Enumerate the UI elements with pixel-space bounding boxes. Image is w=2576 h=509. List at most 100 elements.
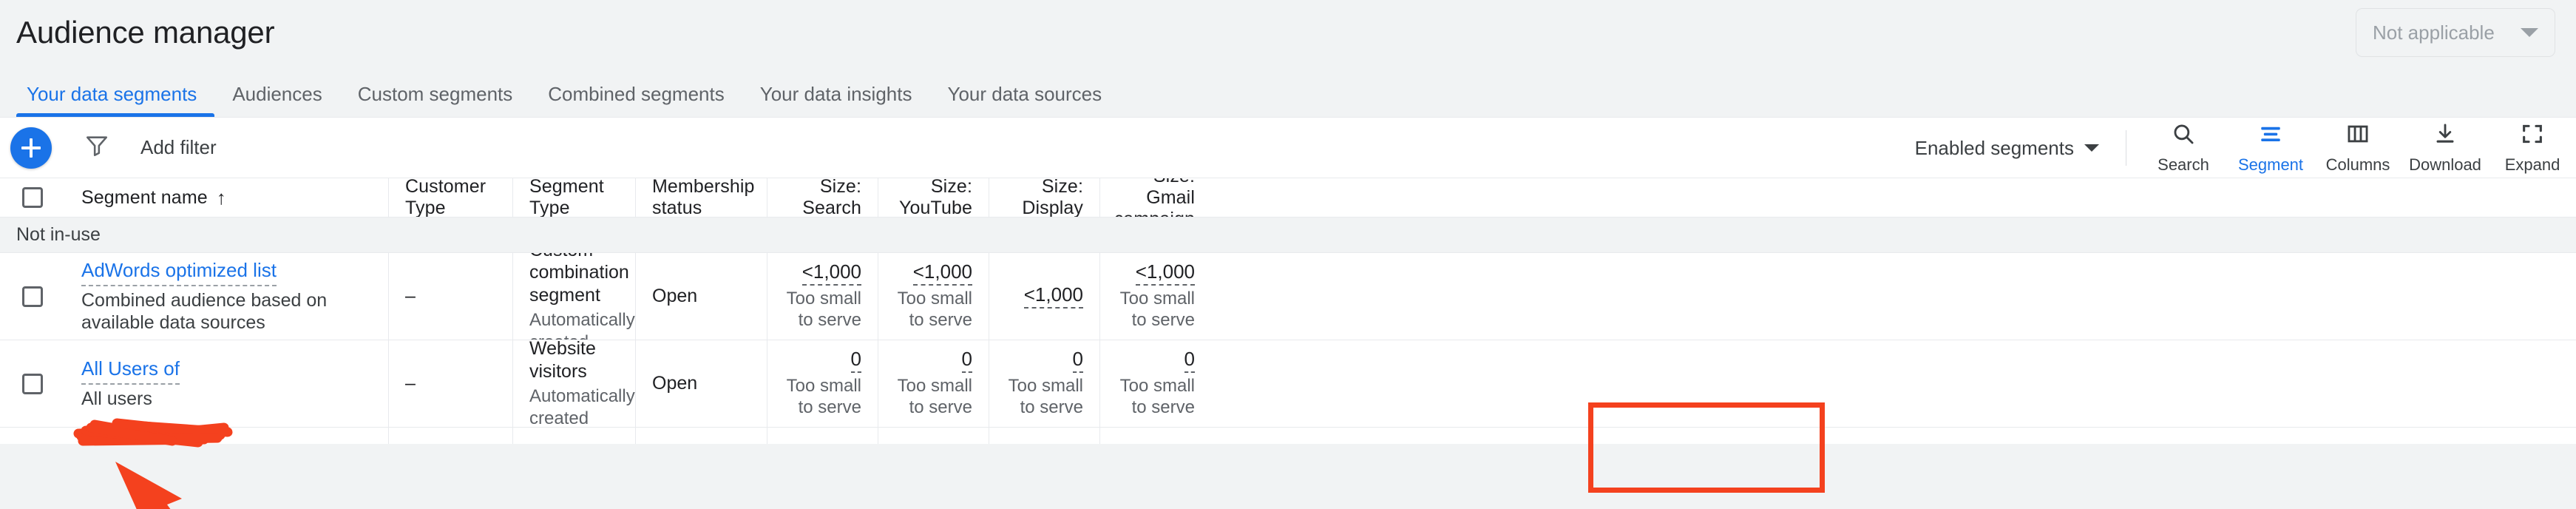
download-button[interactable]: Download	[2402, 121, 2489, 175]
row-checkbox-cell[interactable]	[0, 340, 65, 427]
column-header-size-gmail-campaign[interactable]: Size: Gmail campaign	[1100, 178, 1211, 217]
column-header-segment-type[interactable]: Segment Type	[513, 178, 636, 217]
tab-custom-segments[interactable]: Custom segments	[340, 84, 531, 117]
row-checkbox[interactable]	[22, 286, 43, 307]
column-header-size-youtube[interactable]: Size: YouTube	[878, 178, 989, 217]
expand-button[interactable]: Expand	[2489, 121, 2576, 175]
tab-your-data-insights[interactable]: Your data insights	[742, 84, 930, 117]
table-group-row: Not in-use	[0, 218, 2576, 253]
size-search-cell: <1,000 Too small to serve	[767, 253, 878, 340]
tab-combined-segments[interactable]: Combined segments	[530, 84, 742, 117]
sort-ascending-icon: ↑	[216, 186, 226, 209]
row-checkbox[interactable]	[22, 373, 43, 394]
size-display-cell: <1,000	[989, 253, 1100, 340]
segment-button-label: Segment	[2237, 155, 2304, 174]
size-youtube-note: Too small to serve	[897, 376, 972, 417]
audience-manager-page: Audience manager Not applicable Your dat…	[0, 0, 2576, 509]
size-display-value[interactable]: <1,000	[1023, 284, 1083, 309]
segment-name-link[interactable]: AdWords optimized list	[81, 259, 277, 286]
toolbar-actions: Enabled segments Search Segment Columns …	[1915, 118, 2576, 178]
annotation-arrow	[115, 462, 182, 509]
add-segment-button[interactable]	[10, 127, 52, 169]
size-search-note: Too small to serve	[786, 289, 861, 330]
membership-status-cell: Open	[636, 253, 767, 340]
size-youtube-note: Too small to serve	[897, 289, 972, 330]
size-search-value[interactable]: 0	[850, 348, 861, 373]
download-button-label: Download	[2409, 155, 2481, 174]
size-gmail-value[interactable]: 0	[1184, 348, 1195, 373]
column-header-segment-name-label: Segment name	[81, 186, 208, 208]
tab-your-data-segments[interactable]: Your data segments	[16, 84, 215, 117]
tab-bar: Your data segments Audiences Custom segm…	[0, 65, 2576, 117]
funnel-icon[interactable]	[84, 133, 109, 162]
column-header-size-display[interactable]: Size: Display	[989, 178, 1100, 217]
size-search-value[interactable]: <1,000	[801, 261, 861, 286]
annotation-redaction-scribble	[73, 418, 233, 448]
segment-type-value: Website visitors	[529, 340, 596, 382]
table-toolbar: Add filter Enabled segments Search Segme…	[0, 117, 2576, 178]
table-row[interactable]: AdWords optimized list Combined audience…	[0, 253, 2576, 340]
segment-scope-selector[interactable]: Enabled segments	[1915, 137, 2099, 160]
segment-type-note: Automatically created	[529, 386, 635, 427]
plus-icon	[21, 138, 41, 158]
size-gmail-value[interactable]: <1,000	[1135, 261, 1195, 286]
add-filter-label[interactable]: Add filter	[140, 136, 217, 159]
page-header: Audience manager Not applicable	[0, 0, 2576, 65]
segment-description: Combined audience based on available dat…	[81, 289, 328, 333]
select-all-checkbox[interactable]	[22, 187, 43, 208]
segment-button[interactable]: Segment	[2227, 121, 2314, 175]
segment-type-value: Custom combination segment	[529, 253, 629, 306]
segment-type-note: Automatically created	[529, 310, 635, 340]
row-checkbox-cell[interactable]	[0, 253, 65, 340]
size-youtube-value[interactable]: 0	[961, 348, 972, 373]
select-all-checkbox-cell[interactable]	[0, 178, 65, 217]
size-youtube-cell: 0 Too small to serve	[878, 340, 989, 427]
account-selector-value: Not applicable	[2373, 21, 2495, 44]
column-header-customer-type[interactable]: Customer Type	[389, 178, 513, 217]
size-gmail-note: Too small to serve	[1119, 376, 1195, 417]
columns-button[interactable]: Columns	[2314, 121, 2402, 175]
customer-type-cell: –	[389, 253, 513, 340]
customer-type-cell: –	[389, 340, 513, 427]
size-gmail-note: Too small to serve	[1119, 289, 1195, 330]
size-display-value[interactable]: 0	[1072, 348, 1083, 373]
size-display-cell: 0 Too small to serve	[989, 340, 1100, 427]
chevron-down-icon	[2084, 144, 2099, 152]
tab-your-data-sources[interactable]: Your data sources	[929, 84, 1119, 117]
size-youtube-cell: <1,000 Too small to serve	[878, 253, 989, 340]
segments-table: Segment name ↑ Customer Type Segment Typ…	[0, 178, 2576, 444]
segment-name-cell: AdWords optimized list Combined audience…	[65, 253, 389, 340]
columns-icon	[2345, 121, 2370, 150]
chevron-down-icon	[2521, 28, 2538, 37]
expand-button-label: Expand	[2504, 155, 2560, 174]
expand-icon	[2520, 121, 2545, 150]
annotation-highlight-box	[1588, 402, 1825, 493]
download-icon	[2433, 121, 2458, 150]
size-search-note: Too small to serve	[786, 376, 861, 417]
columns-button-label: Columns	[2325, 155, 2390, 174]
search-button[interactable]: Search	[2140, 121, 2227, 175]
table-row-partial[interactable]	[0, 428, 2576, 444]
table-row[interactable]: All Users of All users – Website visitor…	[0, 340, 2576, 428]
column-header-segment-name[interactable]: Segment name ↑	[65, 178, 389, 217]
segment-description: All users	[81, 388, 152, 409]
page-title: Audience manager	[16, 15, 275, 50]
table-header-row: Segment name ↑ Customer Type Segment Typ…	[0, 178, 2576, 218]
search-icon	[2171, 121, 2196, 150]
size-gmail-cell: <1,000 Too small to serve	[1100, 253, 1211, 340]
membership-status-cell: Open	[636, 340, 767, 427]
size-display-note: Too small to serve	[1008, 376, 1083, 417]
size-search-cell: 0 Too small to serve	[767, 340, 878, 427]
account-selector[interactable]: Not applicable	[2356, 8, 2555, 57]
size-youtube-value[interactable]: <1,000	[912, 261, 972, 286]
column-header-membership-status[interactable]: Membership status	[636, 178, 767, 217]
segment-type-cell: Custom combination segment Automatically…	[513, 253, 636, 340]
search-button-label: Search	[2158, 155, 2209, 174]
segment-scope-label: Enabled segments	[1914, 136, 2074, 159]
size-gmail-cell: 0 Too small to serve	[1100, 340, 1211, 427]
segment-type-cell: Website visitors Automatically created	[513, 340, 636, 427]
column-header-size-search[interactable]: Size: Search	[767, 178, 878, 217]
tab-audiences[interactable]: Audiences	[214, 84, 339, 117]
segment-name-link[interactable]: All Users of	[81, 357, 180, 385]
segment-icon	[2258, 121, 2283, 150]
